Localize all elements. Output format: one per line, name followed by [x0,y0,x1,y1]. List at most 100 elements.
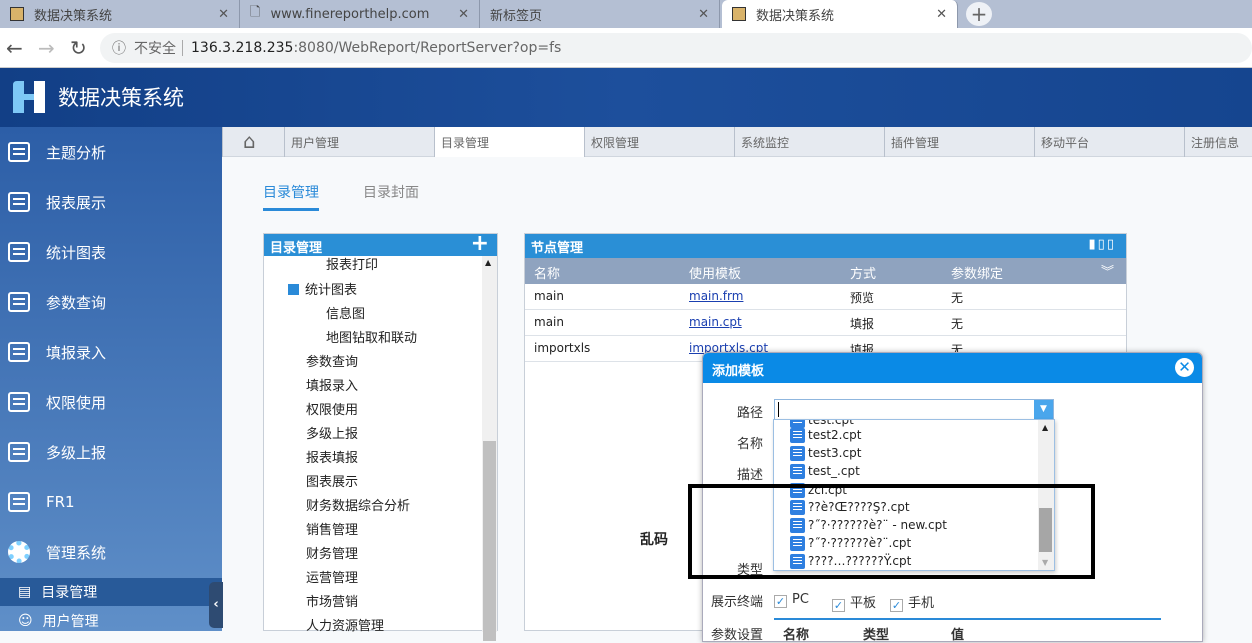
tab-register[interactable]: 注册信息 [1184,127,1252,157]
tab-directory[interactable]: 目录管理 [434,127,584,157]
tree-panel-header: 目录管理 + [264,231,497,256]
highlight-box [688,484,1095,579]
tree-node[interactable]: 财务数据综合分析 [306,495,410,514]
table-header: 名称 使用模板 方式 参数绑定 ︾ [525,258,1126,284]
tree-node[interactable]: 填报录入 [306,375,358,394]
table-row[interactable]: main main.cpt 填报无 [525,310,1126,336]
tree-node[interactable]: 人力资源管理 [306,615,384,634]
new-tab-button[interactable]: + [966,2,992,26]
check-icon: ✓ [832,599,845,612]
browser-tab[interactable]: 数据决策系统 ✕ [0,0,240,28]
expand-icon[interactable]: ︾ [1101,261,1114,280]
close-tab-icon[interactable]: ✕ [218,7,229,22]
checkbox-phone[interactable]: ✓ 手机 [890,592,934,612]
page-icon: 🗋 [250,5,261,20]
file-icon [790,445,805,461]
file-icon [790,427,805,443]
browser-tab-strip: 数据决策系统 ✕ 🗋 www.finereporthelp.com ✕ 新标签页 ✕ 数… [0,0,1252,28]
close-icon[interactable]: ✕ [1175,358,1194,377]
logo-icon [13,81,45,113]
file-icon [790,463,805,479]
back-icon[interactable]: ← [6,36,23,60]
report-icon [8,442,30,462]
sidebar-item[interactable]: FR1 [0,477,222,527]
tree-node[interactable]: 统计图表 [288,279,357,298]
report-icon [8,192,30,212]
close-tab-icon[interactable]: ✕ [698,7,709,22]
tree-node[interactable]: 权限使用 [306,399,358,418]
forward-icon[interactable]: → [38,36,55,60]
tree-node[interactable]: 多级上报 [306,423,358,442]
dropdown-item[interactable]: test3.cpt [790,444,861,462]
main-tabs: ⌂ 用户管理 目录管理 权限管理 系统监控 插件管理 移动平台 注册信息 [222,127,1252,157]
collapse-sidebar-button[interactable]: ‹ [209,582,223,628]
favicon-icon [10,7,24,21]
annotation-label: 乱码 [640,532,668,548]
report-icon [8,242,30,262]
scrollbar-thumb[interactable] [483,441,496,641]
sidebar-item[interactable]: 报表展示 [0,177,222,227]
collapse-node-icon[interactable] [288,284,299,295]
close-tab-icon[interactable]: ✕ [936,7,947,22]
tree-node[interactable]: 报表填报 [306,447,358,466]
tab-plugins[interactable]: 插件管理 [884,127,1034,157]
sidebar-subitem-active[interactable]: ▤ 目录管理 [0,578,222,606]
url-field[interactable]: ⓘ 不安全 136.3.218.235:8080/WebReport/Repor… [100,33,1252,63]
app-header: 数据决策系统 [0,68,1252,127]
report-icon [8,292,30,312]
report-icon [8,392,30,412]
user-icon: ☺ [18,613,33,629]
sidebar-item[interactable]: 权限使用 [0,377,222,427]
tree-node[interactable]: 地图钻取和联动 [326,327,417,346]
report-icon [8,142,30,162]
report-icon [8,492,30,512]
tree-node[interactable]: 信息图 [326,303,365,322]
tree-node[interactable]: 图表展示 [306,471,358,490]
tree-node[interactable]: 财务管理 [306,543,358,562]
chevron-down-icon[interactable]: ▼ [1034,400,1053,419]
directory-tree-panel: 目录管理 + 报表打印 统计图表 信息图 地图钻取和联动 参数查询 填报录入 权限… [263,231,498,641]
tree-scrollbar[interactable]: ▲ [482,256,497,641]
sidebar-item[interactable]: 参数查询 [0,277,222,327]
info-icon: ⓘ [112,41,126,57]
gear-icon [8,541,30,563]
divider [774,618,1161,620]
check-icon: ✓ [890,599,903,612]
browser-tab[interactable]: 新标签页 ✕ [480,0,720,28]
checkbox-tablet[interactable]: ✓ 平板 [832,592,876,612]
close-tab-icon[interactable]: ✕ [458,7,469,22]
node-panel-header: 节点管理 ▮▯▯ [525,234,1126,258]
tab-user[interactable]: 用户管理 [284,127,434,157]
subtab-cover[interactable]: 目录封面 [363,182,419,202]
add-template-icons[interactable]: ▮▯▯ [1089,237,1116,252]
clipboard-icon: ▤ [18,584,32,600]
favicon-icon [732,7,746,21]
reload-icon[interactable]: ↻ [70,36,87,60]
browser-tab-active[interactable]: 数据决策系统 ✕ [722,0,958,28]
browser-tab[interactable]: 🗋 www.finereporthelp.com ✕ [240,0,480,28]
sidebar-item[interactable]: 多级上报 [0,427,222,477]
tree-node[interactable]: 运营管理 [306,567,358,586]
dropdown-item[interactable]: test2.cpt [790,426,861,444]
tree-node[interactable]: 报表打印 [326,254,378,273]
address-bar: ← → ↻ ⓘ 不安全 136.3.218.235:8080/WebReport… [0,28,1252,68]
tree-node[interactable]: 参数查询 [306,351,358,370]
tab-monitor[interactable]: 系统监控 [734,127,884,157]
tab-mobile[interactable]: 移动平台 [1034,127,1184,157]
tree-node[interactable]: 市场营销 [306,591,358,610]
tree-node[interactable]: 销售管理 [306,519,358,538]
table-row[interactable]: main main.frm 预览无 [525,284,1126,310]
path-combobox[interactable]: ▼ [774,399,1054,420]
dialog-header: 添加模板 ✕ [703,353,1202,383]
dropdown-item[interactable]: test_.cpt [790,462,860,480]
add-icon[interactable]: + [471,231,489,256]
sidebar-item[interactable]: 主题分析 [0,127,222,177]
subtab-directory[interactable]: 目录管理 [263,182,319,211]
sidebar-item-manage[interactable]: 管理系统 [0,527,222,577]
sidebar: 主题分析 报表展示 统计图表 参数查询 填报录入 权限使用 多级上报 FR1 管… [0,127,222,631]
sidebar-item[interactable]: 填报录入 [0,327,222,377]
checkbox-pc[interactable]: ✓ PC [774,592,809,608]
home-icon[interactable]: ⌂ [222,127,284,157]
tab-permission[interactable]: 权限管理 [584,127,734,157]
sidebar-item[interactable]: 统计图表 [0,227,222,277]
